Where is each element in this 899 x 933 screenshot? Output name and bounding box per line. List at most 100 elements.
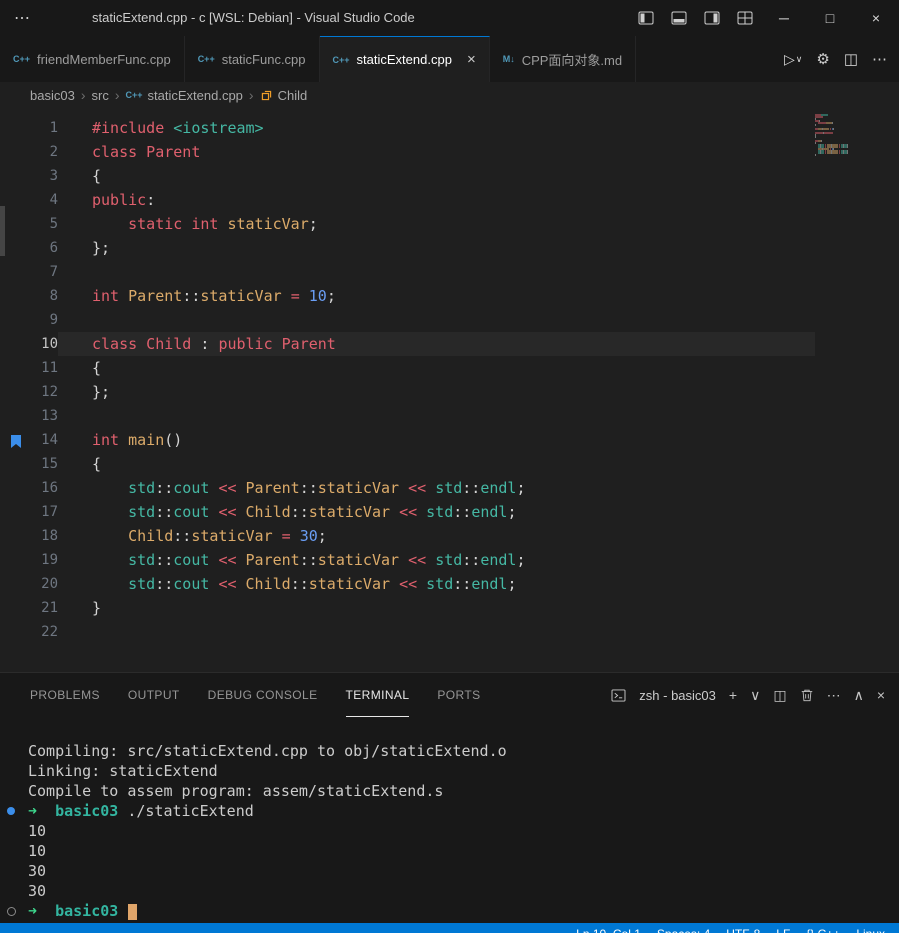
class-symbol-icon (260, 89, 273, 102)
command-decoration-circle[interactable] (7, 907, 16, 916)
tab-CPP面向对象.md[interactable]: M↓ CPP面向对象.md (490, 36, 636, 82)
line-number[interactable]: 6 (0, 236, 58, 260)
new-terminal-button[interactable]: + (729, 687, 737, 703)
panel-tab-strip: PROBLEMS OUTPUT DEBUG CONSOLE TERMINAL PORTS (0, 673, 481, 717)
code-line[interactable]: 14int main() (0, 428, 815, 452)
status-item[interactable]: UTF-8 (726, 927, 760, 933)
code-line[interactable]: 22 (0, 620, 815, 644)
code-line[interactable]: 1#include <iostream> (0, 116, 815, 140)
code-line[interactable]: 15{ (0, 452, 815, 476)
kill-terminal-icon[interactable] (800, 688, 814, 702)
code-line[interactable]: 18 Child::staticVar = 30; (0, 524, 815, 548)
line-number[interactable]: 2 (0, 140, 58, 164)
customize-layout-icon[interactable] (728, 0, 761, 36)
command-decoration-dot[interactable] (7, 807, 15, 815)
window-controls: ─□× (761, 0, 899, 36)
code-line[interactable]: 13 (0, 404, 815, 428)
code-editor[interactable]: 1#include <iostream>2class Parent3{4publ… (0, 108, 899, 672)
status-item[interactable]: Linux (856, 927, 885, 933)
more-actions-icon[interactable]: ⋯ (872, 50, 887, 68)
menu-icon[interactable]: ⋯ (14, 8, 31, 28)
panel-tab-problems[interactable]: PROBLEMS (30, 673, 100, 717)
code-line[interactable]: 8int Parent::staticVar = 10; (0, 284, 815, 308)
panel-tab-terminal[interactable]: TERMINAL (346, 673, 410, 717)
tab-staticFunc.cpp[interactable]: C++staticFunc.cpp (185, 36, 320, 82)
breadcrumb: basic03›src›C++staticExtend.cpp›Child (0, 82, 899, 108)
code-line[interactable]: 5 static int staticVar; (0, 212, 815, 236)
line-number[interactable]: 5 (0, 212, 58, 236)
close-panel-icon[interactable]: × (877, 687, 885, 703)
line-number[interactable]: 3 (0, 164, 58, 188)
code-line[interactable]: 3{ (0, 164, 815, 188)
line-number[interactable]: 21 (0, 596, 58, 620)
panel-tab-debug-console[interactable]: DEBUG CONSOLE (208, 673, 318, 717)
code-line[interactable]: 17 std::cout << Child::staticVar << std:… (0, 500, 815, 524)
panel-more-actions-icon[interactable]: ⋯ (827, 687, 841, 704)
line-number[interactable]: 9 (0, 308, 58, 332)
maximize-panel-icon[interactable]: ∧ (854, 687, 864, 704)
minimap[interactable] (815, 114, 865, 158)
code-line[interactable]: 7 (0, 260, 815, 284)
tab-close-icon[interactable]: × (467, 51, 476, 68)
tab-staticExtend.cpp[interactable]: C++staticExtend.cpp× (320, 36, 490, 82)
terminal-profile-dropdown-icon[interactable]: ∨ (750, 687, 760, 704)
line-number[interactable]: 16 (0, 476, 58, 500)
terminal-tab-label[interactable]: zsh - basic03 (639, 688, 716, 703)
terminal-cursor (128, 904, 137, 920)
line-number[interactable]: 15 (0, 452, 58, 476)
line-number[interactable]: 20 (0, 572, 58, 596)
toggle-panel-icon[interactable] (662, 0, 695, 36)
line-number[interactable]: 10 (0, 332, 58, 356)
cpp-file-icon: C++ (126, 90, 143, 100)
breadcrumb-item-staticExtend.cpp[interactable]: C++staticExtend.cpp (126, 88, 243, 103)
breadcrumb-item-Child[interactable]: Child (260, 88, 308, 103)
tab-label: CPP面向对象.md (522, 50, 622, 69)
run-button[interactable]: ▷∨ (784, 51, 802, 68)
toggle-primary-sidebar-icon[interactable] (629, 0, 662, 36)
breadcrumb-item-src[interactable]: src (91, 88, 108, 103)
terminal-output[interactable]: Compiling: src/staticExtend.cpp to obj/s… (0, 717, 899, 923)
code-line[interactable]: 2class Parent (0, 140, 815, 164)
code-line[interactable]: 10class Child : public Parent (0, 332, 815, 356)
breadcrumb-label: src (91, 88, 108, 103)
code-line[interactable]: 12}; (0, 380, 815, 404)
code-line[interactable]: 20 std::cout << Child::staticVar << std:… (0, 572, 815, 596)
status-item[interactable]: LF (776, 927, 790, 933)
code-line[interactable]: 9 (0, 308, 815, 332)
split-editor-icon[interactable]: ◫ (844, 50, 858, 68)
split-terminal-icon[interactable]: ◫ (773, 687, 786, 704)
status-item[interactable]: {} C++ (806, 927, 840, 933)
minimize-button[interactable]: ─ (761, 0, 807, 36)
breadcrumb-item-basic03[interactable]: basic03 (30, 88, 75, 103)
line-number[interactable]: 19 (0, 548, 58, 572)
code-line[interactable]: 4public: (0, 188, 815, 212)
code-text: std::cout << Child::staticVar << std::en… (58, 500, 516, 524)
tab-friendMemberFunc.cpp[interactable]: C++friendMemberFunc.cpp (0, 36, 185, 82)
line-number[interactable]: 11 (0, 356, 58, 380)
line-number[interactable]: 14 (0, 428, 58, 452)
code-line[interactable]: 16 std::cout << Parent::staticVar << std… (0, 476, 815, 500)
line-number[interactable]: 17 (0, 500, 58, 524)
line-number[interactable]: 22 (0, 620, 58, 644)
status-item[interactable]: Spaces: 4 (657, 927, 710, 933)
markdown-file-icon: M↓ (503, 54, 515, 64)
line-number[interactable]: 1 (0, 116, 58, 140)
line-number[interactable]: 4 (0, 188, 58, 212)
panel-tab-output[interactable]: OUTPUT (128, 673, 180, 717)
line-number[interactable]: 12 (0, 380, 58, 404)
panel-tab-ports[interactable]: PORTS (437, 673, 480, 717)
status-item[interactable]: Ln 10, Col 1 (576, 927, 641, 933)
code-line[interactable]: 6}; (0, 236, 815, 260)
line-number[interactable]: 8 (0, 284, 58, 308)
close-button[interactable]: × (853, 0, 899, 36)
line-number[interactable]: 13 (0, 404, 58, 428)
settings-gear-icon[interactable]: ⚙ (816, 50, 829, 68)
terminal-line: 30 (28, 861, 899, 881)
code-line[interactable]: 21} (0, 596, 815, 620)
toggle-secondary-sidebar-icon[interactable] (695, 0, 728, 36)
maximize-button[interactable]: □ (807, 0, 853, 36)
code-line[interactable]: 19 std::cout << Parent::staticVar << std… (0, 548, 815, 572)
line-number[interactable]: 7 (0, 260, 58, 284)
code-line[interactable]: 11{ (0, 356, 815, 380)
line-number[interactable]: 18 (0, 524, 58, 548)
